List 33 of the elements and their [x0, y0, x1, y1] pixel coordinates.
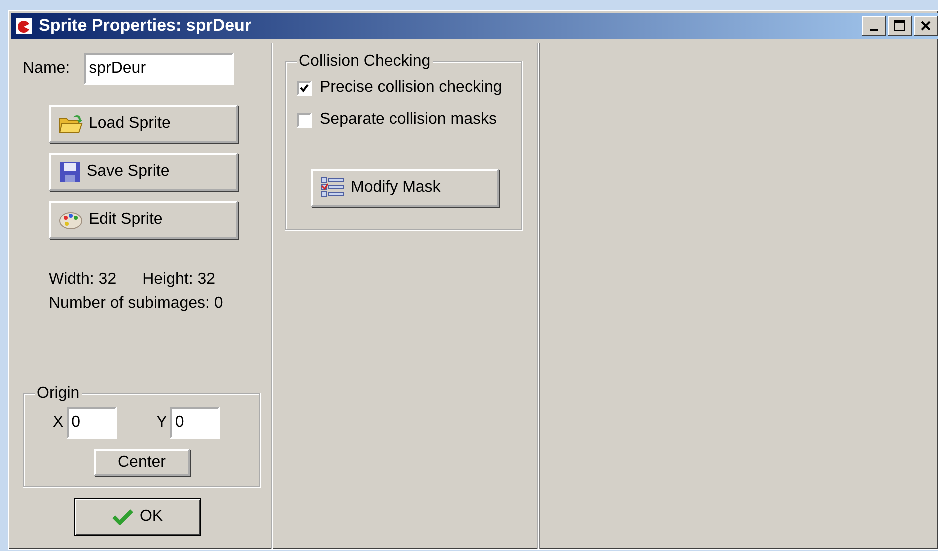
ok-button[interactable]: OK	[74, 498, 201, 536]
subimages-text: Number of subimages: 0	[49, 295, 224, 313]
checkmark-icon	[112, 509, 134, 525]
minimize-button[interactable]	[862, 16, 886, 36]
checkbox-label[interactable]: Separate collision masks	[320, 111, 497, 129]
checkbox[interactable]	[297, 112, 312, 128]
app-icon	[15, 17, 33, 35]
x-label: X	[53, 414, 64, 432]
sprite-button[interactable]: Save Sprite	[49, 153, 238, 191]
palette-icon	[59, 210, 83, 230]
checkbox-label[interactable]: Precise collision checking	[320, 79, 502, 97]
group-title: Origin	[36, 385, 81, 403]
x-field[interactable]: 0	[66, 407, 117, 439]
minimize-icon	[870, 29, 878, 31]
center-button[interactable]: Center	[94, 449, 190, 476]
y-label: Y	[156, 414, 168, 432]
list-icon	[321, 177, 345, 199]
modify-mask-button[interactable]: Modify Mask	[311, 169, 499, 207]
checkbox[interactable]	[297, 80, 312, 96]
y-field[interactable]: 0	[170, 407, 220, 439]
maximize-icon	[894, 20, 906, 32]
sprite-button[interactable]: Edit Sprite	[49, 201, 238, 239]
group-title: Collision Checking	[298, 53, 432, 71]
sprite-button[interactable]: Load Sprite	[49, 105, 238, 143]
width-text: Width: 32	[49, 271, 117, 289]
close-button[interactable]	[914, 16, 938, 36]
window-title: Sprite Properties: sprDeur	[39, 16, 253, 36]
close-icon	[921, 21, 931, 31]
maximize-button[interactable]	[888, 16, 912, 36]
height-text: Height: 32	[142, 271, 216, 289]
name-field[interactable]: sprDeur	[84, 53, 234, 85]
folder-icon	[59, 113, 83, 135]
name-label: Name:	[23, 60, 70, 78]
